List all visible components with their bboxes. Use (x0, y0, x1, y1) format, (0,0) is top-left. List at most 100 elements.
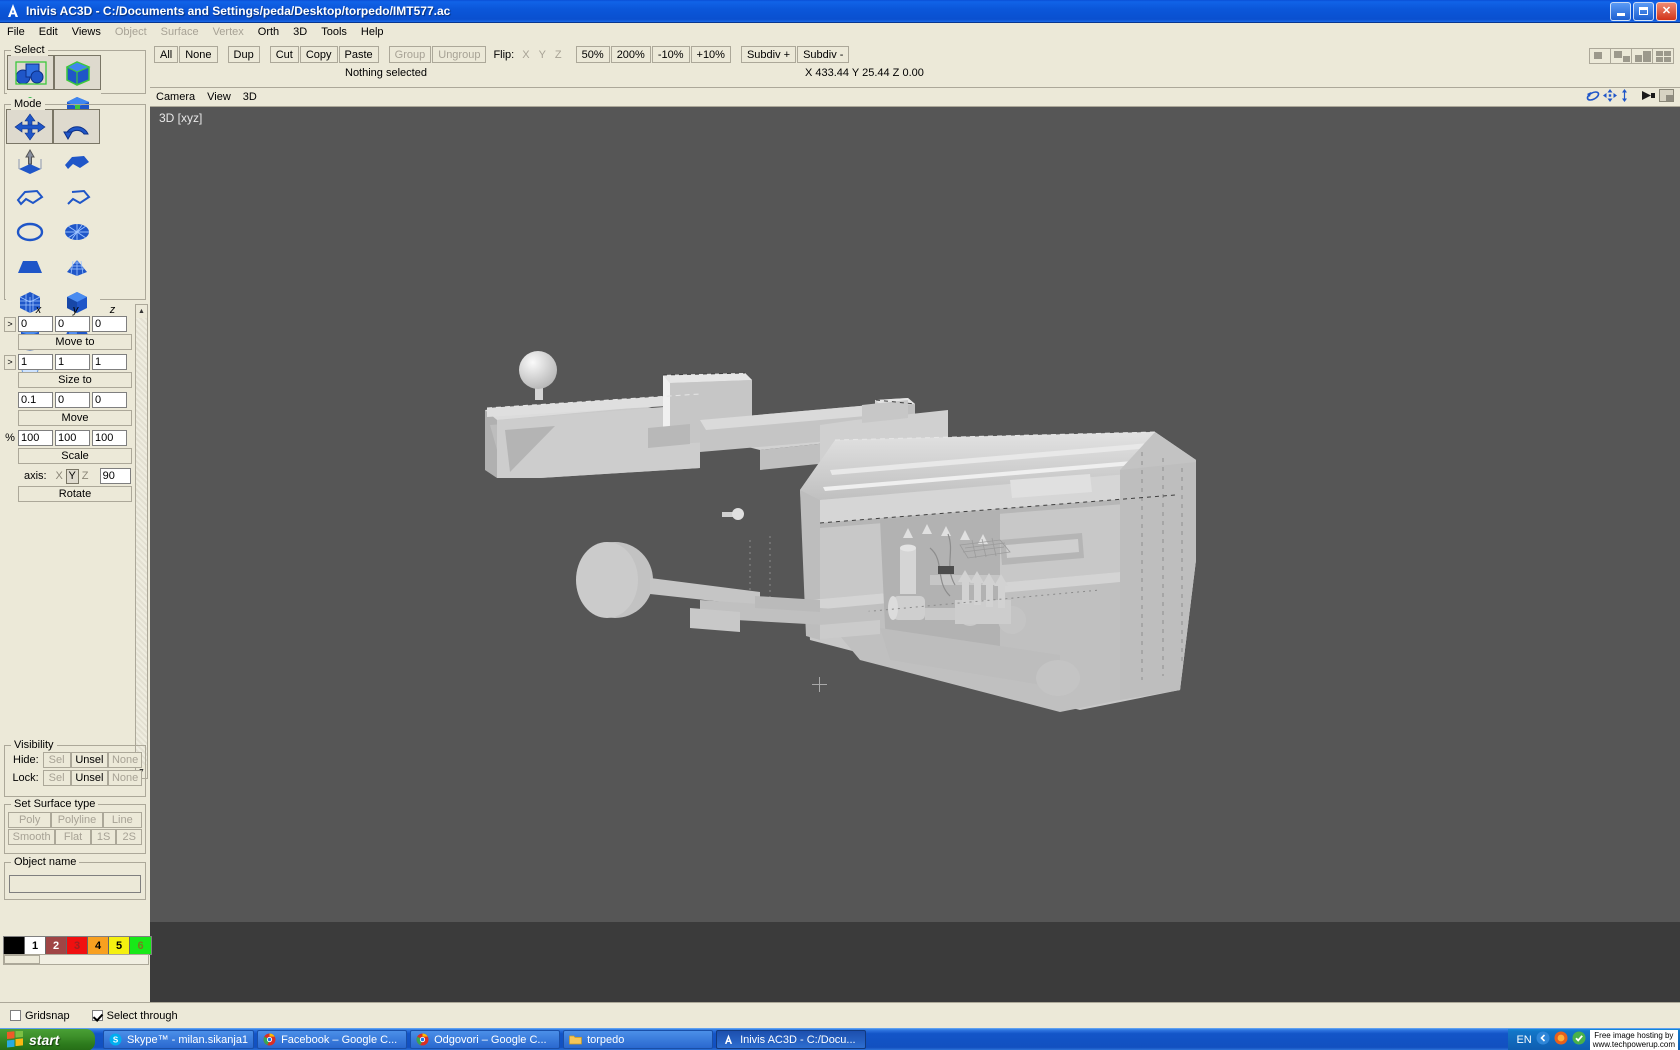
zoom-50-button[interactable]: 50% (575, 46, 610, 63)
palette-swatch-0[interactable] (4, 937, 25, 954)
3d-viewport[interactable]: 3D [xyz] (150, 107, 1680, 922)
select-all-button[interactable]: All (154, 46, 179, 63)
subdiv-plus-button[interactable]: Subdiv + (740, 46, 797, 63)
size-to-z-field[interactable] (92, 354, 127, 370)
taskbar-item-facebook[interactable]: Facebook – Google C... (257, 1030, 408, 1049)
firefox-tray-icon[interactable] (1554, 1031, 1568, 1048)
zoom-200-button[interactable]: 200% (610, 46, 651, 63)
maximize-view-icon[interactable] (1659, 89, 1674, 105)
maximize-button[interactable] (1633, 1, 1654, 21)
lock-unsel-button[interactable]: Unsel (70, 770, 109, 786)
four-view-layout-icon[interactable] (1652, 48, 1674, 64)
rotate-axis-y-button[interactable]: Y (65, 468, 79, 484)
move-to-button[interactable]: Move to (18, 334, 132, 350)
palette-swatch-6[interactable]: 6 (130, 937, 151, 954)
single-view-layout-icon[interactable] (1589, 48, 1611, 64)
select-none-button[interactable]: None (179, 46, 218, 63)
taskbar-item-torpedo[interactable]: torpedo (563, 1030, 714, 1049)
copy-button[interactable]: Copy (299, 46, 338, 63)
zoom-icon[interactable] (1620, 89, 1629, 105)
menu-edit[interactable]: Edit (32, 25, 65, 39)
cylinder-disc-primitive-icon[interactable] (53, 214, 100, 249)
move-to-expander[interactable]: > (4, 316, 16, 332)
scale-button[interactable]: Scale (18, 448, 132, 464)
scroll-track[interactable] (136, 318, 147, 765)
extrude-mode-icon[interactable] (6, 144, 53, 179)
viewport-menu-3d[interactable]: 3D (237, 91, 263, 103)
object-name-input[interactable] (9, 875, 141, 893)
rotate-axis-x-button[interactable]: X (52, 468, 66, 484)
size-to-y-field[interactable] (55, 354, 90, 370)
line-mode-icon[interactable] (53, 179, 100, 214)
size-to-button[interactable]: Size to (18, 372, 132, 388)
close-button[interactable]: ✕ (1656, 1, 1677, 21)
menu-help[interactable]: Help (354, 25, 391, 39)
title-bar: Inivis AC3D - C:/Documents and Settings/… (0, 0, 1680, 23)
pan-icon[interactable] (1603, 89, 1617, 105)
rotate-button[interactable]: Rotate (18, 486, 132, 502)
select-object-icon[interactable] (54, 55, 101, 90)
gridsnap-checkbox-wrap[interactable]: Gridsnap (10, 1010, 70, 1022)
gridsnap-checkbox[interactable] (10, 1010, 21, 1021)
scroll-up-button[interactable]: ▲ (136, 305, 147, 318)
orbit-icon[interactable] (1586, 89, 1600, 105)
start-button[interactable]: start (0, 1028, 95, 1050)
taskbar-item-ac3d[interactable]: Inivis AC3D - C:/Docu... (716, 1030, 867, 1049)
size-to-x-field[interactable] (18, 354, 53, 370)
move-mode-icon[interactable] (6, 109, 53, 144)
move-button[interactable]: Move (18, 410, 132, 426)
palette-scrollbar[interactable] (3, 954, 149, 965)
taskbar-item-odgovori[interactable]: Odgovori – Google C... (410, 1030, 561, 1049)
palette-swatch-5[interactable]: 5 (109, 937, 130, 954)
paste-button[interactable]: Paste (338, 46, 379, 63)
move-to-x-field[interactable] (18, 316, 53, 332)
viewport-menu-view[interactable]: View (201, 91, 237, 103)
minimize-button[interactable] (1610, 1, 1631, 21)
move-to-z-field[interactable] (92, 316, 127, 332)
rotate-mode-icon[interactable] (53, 109, 100, 144)
disc-primitive-icon[interactable] (6, 214, 53, 249)
scale-x-field[interactable] (18, 430, 53, 446)
two-view-layout-icon[interactable] (1610, 48, 1632, 64)
palette-swatch-3[interactable]: 3 (67, 937, 88, 954)
select-through-checkbox[interactable] (91, 1010, 103, 1021)
move-y-field[interactable] (55, 392, 90, 408)
zoom-minus10-button[interactable]: -10% (651, 46, 690, 63)
polyline-mode-icon[interactable] (6, 179, 53, 214)
select-through-checkbox-wrap[interactable]: Select through (91, 1010, 178, 1022)
language-indicator[interactable]: EN (1516, 1034, 1531, 1046)
select-group-icon[interactable] (7, 55, 54, 90)
rotate-axis-z-button[interactable]: Z (78, 468, 92, 484)
viewport-menu-camera[interactable]: Camera (150, 91, 201, 103)
size-to-expander[interactable]: > (4, 354, 16, 370)
palette-swatch-1[interactable]: 1 (25, 937, 46, 954)
menu-orth[interactable]: Orth (251, 25, 286, 39)
scale-y-field[interactable] (55, 430, 90, 446)
subdiv-minus-button[interactable]: Subdiv - (797, 46, 850, 63)
taskbar-item-skype[interactable]: S Skype™ - milan.sikanja1 (103, 1030, 255, 1049)
menu-views[interactable]: Views (65, 25, 108, 39)
left-panel-scrollbar[interactable]: ▲ ▼ (135, 304, 148, 779)
poly-mode-icon[interactable] (53, 144, 100, 179)
move-x-field[interactable] (18, 392, 53, 408)
render-icon[interactable] (1641, 89, 1656, 105)
shield-tray-icon[interactable] (1572, 1031, 1586, 1048)
plane-grid-primitive-icon[interactable] (53, 249, 100, 284)
scale-z-field[interactable] (92, 430, 127, 446)
palette-scroll-thumb[interactable] (4, 955, 40, 964)
palette-swatch-4[interactable]: 4 (88, 937, 109, 954)
tray-chevron-icon[interactable] (1536, 1031, 1550, 1048)
move-to-y-field[interactable] (55, 316, 90, 332)
three-view-layout-icon[interactable] (1631, 48, 1653, 64)
menu-3d[interactable]: 3D (286, 25, 314, 39)
zoom-plus10-button[interactable]: +10% (690, 46, 731, 63)
move-z-field[interactable] (92, 392, 127, 408)
duplicate-button[interactable]: Dup (227, 46, 260, 63)
menu-file[interactable]: File (0, 25, 32, 39)
hide-unsel-button[interactable]: Unsel (70, 752, 109, 768)
cut-button[interactable]: Cut (269, 46, 299, 63)
palette-swatch-2[interactable]: 2 (46, 937, 67, 954)
rotate-angle-field[interactable] (99, 468, 131, 484)
cone-primitive-icon[interactable] (6, 249, 53, 284)
menu-tools[interactable]: Tools (314, 25, 354, 39)
